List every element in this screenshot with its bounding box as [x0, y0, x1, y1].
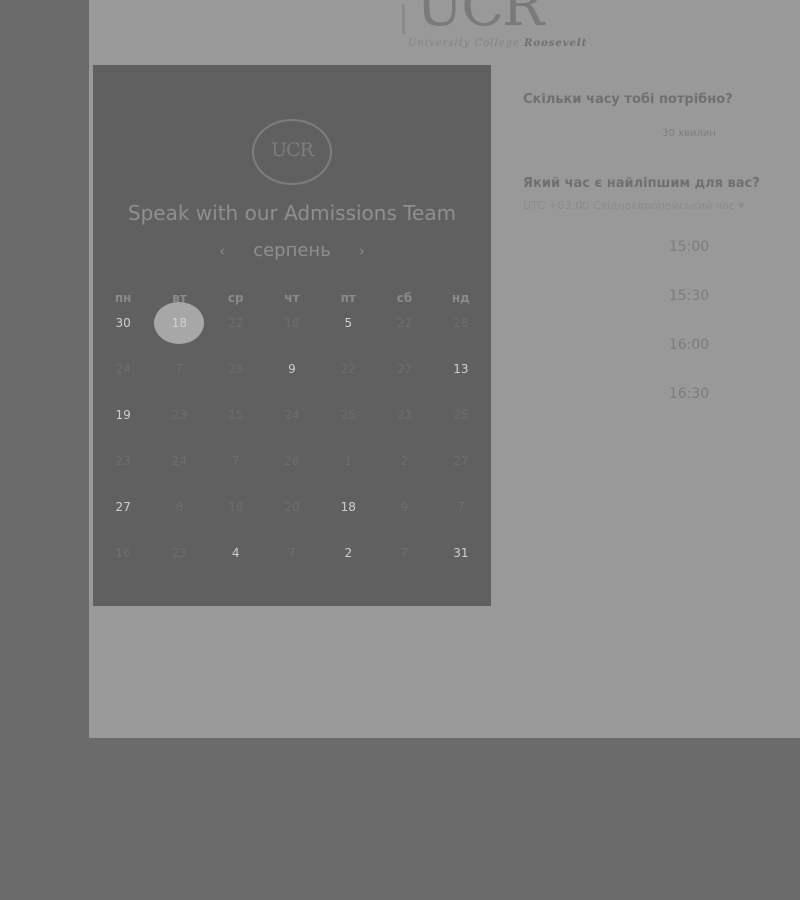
weekday-wed: ср	[227, 291, 244, 305]
weekday-mon: пн	[114, 291, 132, 305]
calendar-day: 23	[171, 408, 188, 422]
calendar-day: 15	[228, 408, 244, 422]
calendar-day: 8	[175, 500, 184, 514]
month-label: серпень	[253, 240, 331, 261]
time-slot[interactable]: 16:00	[523, 337, 800, 353]
calendar-logo: UCR	[252, 119, 332, 185]
month-nav: ‹ серпень ›	[93, 240, 491, 261]
calendar-day: 20	[284, 500, 300, 514]
next-month-icon[interactable]: ›	[352, 242, 372, 260]
calendar-day[interactable]: 4	[208, 543, 264, 563]
calendar-day: 2	[400, 454, 409, 468]
prev-month-icon[interactable]: ‹	[212, 242, 232, 260]
duration-question: Скільки часу тобі потрібно?	[523, 92, 733, 107]
ucr-logo: UCR University College Roosevelt	[394, 0, 594, 52]
timezone-select[interactable]: UTC +03:00 Східноєвропейський час ▾	[523, 199, 744, 212]
calendar-day: 22	[228, 316, 244, 330]
calendar-day-selected[interactable]: 18	[151, 302, 207, 344]
weekday-header: пн вт ср чт пт сб нд	[95, 291, 489, 305]
calendar-week: 24 7 23 9 22 27 13	[95, 359, 489, 379]
weekday-thu: чт	[284, 291, 300, 305]
calendar-day[interactable]: 19	[95, 405, 151, 425]
calendar-day: 23	[396, 408, 413, 422]
calendar-logo-text: UCR	[271, 139, 314, 161]
calendar-day: 24	[284, 408, 300, 422]
calendar-day: 7	[457, 500, 465, 514]
calendar-week: 27 8 18 20 18 9 7	[95, 497, 489, 517]
calendar-week: 19 23 15 24 25 23 25	[95, 405, 489, 425]
calendar-day[interactable]: 9	[264, 359, 320, 379]
weekday-sun: нд	[451, 291, 470, 305]
calendar-panel: UCR Speak with our Admissions Team ‹ сер…	[93, 65, 491, 606]
calendar-day: 7	[175, 362, 184, 376]
logo-text: UCR	[416, 0, 544, 39]
calendar-day[interactable]: 5	[320, 313, 376, 333]
calendar-day: 27	[396, 362, 413, 376]
selected-day-number: 18	[171, 316, 188, 330]
logo-sub-1: University College	[408, 38, 520, 49]
time-question: Який час є найліпшим для вас?	[523, 176, 760, 191]
calendar-day[interactable]: 30	[95, 313, 151, 333]
calendar-day[interactable]: 31	[433, 543, 489, 563]
calendar-day: 22	[396, 316, 413, 330]
calendar-day: 7	[400, 546, 409, 560]
calendar-day: 25	[340, 408, 356, 422]
time-slot[interactable]: 16:30	[523, 386, 800, 402]
calendar-day: 24	[171, 454, 188, 468]
calendar-day: 23	[171, 546, 188, 560]
calendar-day: 24	[115, 362, 131, 376]
calendar-day[interactable]: 27	[95, 497, 151, 517]
calendar-day: 22	[340, 362, 356, 376]
weekday-fri: пт	[340, 291, 356, 305]
calendar-day[interactable]: 18	[320, 497, 376, 517]
calendar-day: 7	[231, 454, 240, 468]
calendar-day: 23	[115, 454, 131, 468]
calendar-day: 26	[284, 454, 300, 468]
calendar-week: 16 23 4 7 2 7 31	[95, 543, 489, 563]
calendar-day: 18	[228, 500, 244, 514]
calendar-day: 7	[288, 546, 296, 560]
calendar-week: 30 18 22 18 5 22 28	[95, 302, 489, 344]
calendar-day: 16	[115, 546, 131, 560]
duration-option[interactable]: 30 хвилин	[523, 128, 800, 139]
calendar-day: 28	[453, 316, 469, 330]
calendar-day: 23	[228, 362, 244, 376]
calendar-day: 25	[453, 408, 469, 422]
time-slot[interactable]: 15:00	[523, 239, 800, 255]
calendar-day[interactable]: 13	[433, 359, 489, 379]
calendar-day: 1	[344, 454, 353, 468]
time-slot[interactable]: 15:30	[523, 288, 800, 304]
weekday-sat: сб	[396, 291, 413, 305]
calendar-title: Speak with our Admissions Team	[127, 201, 457, 225]
logo-subtitle: University College Roosevelt	[408, 38, 598, 49]
calendar-day[interactable]: 2	[320, 543, 376, 563]
calendar-day: 18	[284, 316, 300, 330]
calendar-day: 27	[453, 454, 469, 468]
logo-sub-2: Roosevelt	[524, 38, 588, 49]
calendar-week: 23 24 7 26 1 2 27	[95, 451, 489, 471]
calendar-day: 9	[400, 500, 409, 514]
logo-bar	[402, 4, 405, 34]
